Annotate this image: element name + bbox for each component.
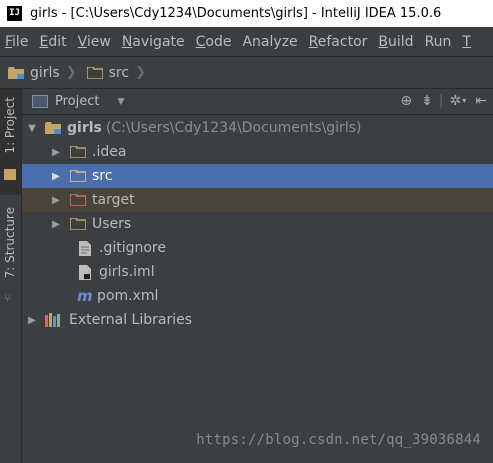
expanded-arrow-icon[interactable]: ▼ — [27, 123, 37, 134]
menu-tools[interactable]: T — [457, 34, 477, 50]
module-folder-icon — [8, 66, 24, 79]
tree-item-label: src — [92, 168, 113, 184]
breadcrumb-girls[interactable]: girls — [8, 65, 60, 81]
collapsed-arrow-icon[interactable]: ▶ — [51, 147, 61, 158]
tab-structure-label: 7: Structure — [3, 207, 17, 279]
menu-view[interactable]: View — [73, 34, 117, 50]
tree-external-libraries[interactable]: ▶ External Libraries — [22, 308, 493, 332]
tree-item-label: pom.xml — [97, 288, 159, 304]
window-title-bar: IJ girls - [C:\Users\Cdy1234\Documents\g… — [0, 0, 493, 27]
excluded-folder-icon — [70, 194, 86, 206]
chevron-down-icon: ▼ — [117, 96, 125, 107]
breadcrumb-label-girls: girls — [30, 64, 60, 81]
view-mode-dropdown[interactable]: Project ▼ — [32, 94, 124, 109]
tab-project-label: 1: Project — [3, 97, 17, 154]
folder-icon — [70, 146, 86, 158]
project-view-icon — [32, 95, 48, 108]
menu-run[interactable]: Run — [420, 34, 458, 50]
tree-item-label: target — [92, 192, 135, 208]
hide-panel-icon[interactable]: ⇤ — [475, 93, 487, 109]
watermark-text: https://blog.csdn.net/qq_39036844 — [196, 432, 481, 448]
menu-file[interactable]: File — [0, 34, 34, 50]
tree-item-target[interactable]: ▶ target — [22, 188, 493, 212]
tree-item-idea[interactable]: ▶ .idea — [22, 140, 493, 164]
libraries-icon — [45, 313, 63, 327]
tree-root-girls[interactable]: ▼ girls (C:\Users\Cdy1234\Documents\girl… — [22, 116, 493, 140]
folder-icon — [86, 66, 103, 79]
folder-icon — [70, 170, 86, 182]
tree-item-girls-iml[interactable]: girls.iml — [22, 260, 493, 284]
menu-navigate[interactable]: Navigate — [117, 34, 191, 50]
window-title: girls - [C:\Users\Cdy1234\Documents\girl… — [30, 6, 442, 21]
structure-tab-icon: ⑂ — [4, 291, 12, 305]
breadcrumb-label-src: src — [108, 64, 130, 81]
breadcrumb-src[interactable]: src — [86, 64, 130, 81]
tree-item-src[interactable]: ▶ src — [22, 164, 493, 188]
tree-item-label: Users — [92, 216, 132, 232]
tree-root-path: (C:\Users\Cdy1234\Documents\girls) — [105, 120, 362, 136]
tree-item-label: External Libraries — [69, 312, 192, 328]
gear-dropdown-icon[interactable]: ▾ — [462, 93, 466, 109]
gear-icon[interactable]: ✲ — [450, 93, 462, 109]
project-tab-icon — [4, 169, 16, 180]
folder-icon — [70, 218, 86, 230]
breadcrumb-separator-icon: ❯ — [135, 65, 146, 80]
collapsed-arrow-icon[interactable]: ▶ — [51, 195, 61, 206]
module-folder-icon — [45, 122, 61, 134]
menu-build[interactable]: Build — [373, 34, 419, 50]
collapsed-arrow-icon[interactable]: ▶ — [51, 171, 61, 182]
left-tool-strip: 1: Project 7: Structure ⑂ — [0, 89, 22, 463]
menu-refactor[interactable]: Refactor — [304, 34, 374, 50]
maven-icon: m — [77, 287, 93, 305]
collapse-all-icon[interactable]: ⇟ — [421, 93, 433, 109]
navigation-bar: girls ❯ src ❯ — [0, 56, 493, 89]
scroll-from-source-icon[interactable]: ⊕ — [400, 93, 412, 109]
tree-item-label: girls.iml — [99, 264, 155, 280]
tab-structure[interactable]: 7: Structure ⑂ — [0, 201, 21, 311]
collapsed-arrow-icon[interactable]: ▶ — [51, 219, 61, 230]
breadcrumb-separator-icon: ❯ — [65, 65, 77, 80]
intellij-app-icon: IJ — [7, 6, 22, 21]
view-mode-label: Project — [55, 94, 100, 109]
menu-edit[interactable]: Edit — [34, 34, 72, 50]
module-file-icon — [79, 264, 91, 280]
tree-item-pom-xml[interactable]: m pom.xml — [22, 284, 493, 308]
tab-project[interactable]: 1: Project — [0, 89, 21, 195]
collapsed-arrow-icon[interactable]: ▶ — [27, 315, 37, 326]
tree-item-users[interactable]: ▶ Users — [22, 212, 493, 236]
toolbar-divider: | — [438, 93, 444, 109]
tree-item-gitignore[interactable]: .gitignore — [22, 236, 493, 260]
project-tree: ▼ girls (C:\Users\Cdy1234\Documents\girl… — [22, 115, 493, 463]
menu-analyze[interactable]: Analyze — [237, 34, 303, 50]
text-file-icon — [79, 240, 91, 256]
project-panel-header: Project ▼ ⊕ ⇟ | ✲ ▾ ⇤ — [22, 89, 493, 115]
tree-item-label: .gitignore — [99, 240, 166, 256]
tree-item-label: .idea — [92, 144, 127, 160]
tree-root-name: girls — [67, 120, 102, 136]
menu-code[interactable]: Code — [191, 34, 238, 50]
menu-bar: File Edit View Navigate Code Analyze Ref… — [0, 27, 493, 56]
